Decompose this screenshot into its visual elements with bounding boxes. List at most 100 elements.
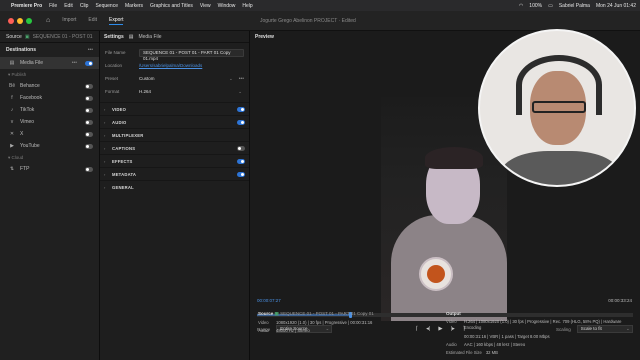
source-label: Source	[6, 33, 22, 40]
metadata-toggle[interactable]	[237, 171, 245, 177]
app-header: ⌂ Import Edit Export Jogurte Grego Abeli…	[0, 11, 640, 31]
destinations-panel: Source ▣ SEQUENCE 01 - POST 01 - PART 01…	[0, 31, 100, 360]
clock[interactable]: Mon 24 Jun 01:42	[596, 3, 636, 9]
battery-icon[interactable]: ▭	[548, 3, 553, 9]
menu-sequence[interactable]: Sequence	[95, 3, 118, 9]
chevron-right-icon: ›	[104, 158, 106, 164]
file-icon: ▤	[128, 33, 134, 40]
file-name-field[interactable]: SEQUENCE 01 - POST 01 - PART 01 Copy 01.…	[139, 48, 244, 61]
media-file-toggle[interactable]	[85, 60, 93, 66]
destination-label: FTP	[20, 166, 30, 172]
menu-clip[interactable]: Clip	[80, 3, 89, 9]
chevron-right-icon: ›	[104, 171, 106, 177]
destination-ftp[interactable]: ⇅ FTP	[0, 163, 99, 175]
zoom-window-button[interactable]	[26, 17, 32, 24]
menu-edit[interactable]: Edit	[64, 3, 73, 9]
tab-export[interactable]: Export	[109, 17, 124, 25]
file-name-row: File Name SEQUENCE 01 - POST 01 - PART 0…	[100, 46, 249, 61]
destination-label: X	[20, 131, 24, 137]
user-name[interactable]: Sabriel Palma	[559, 3, 590, 9]
file-name-label: File Name	[105, 50, 126, 55]
output-summary: Output Video H.264 | 1080x1920 (1.0) | 30…	[446, 311, 638, 358]
section-audio[interactable]: › AUDIO	[100, 115, 249, 128]
x-toggle[interactable]	[85, 131, 93, 137]
vimeo-icon: v	[10, 119, 14, 125]
captions-toggle[interactable]	[237, 145, 245, 151]
menu-app[interactable]: Premiere Pro	[11, 3, 42, 9]
workspace-tabs: Import Edit Export	[62, 17, 124, 25]
menubar: Premiere Pro File Edit Clip Sequence Mar…	[0, 0, 640, 11]
section-video[interactable]: › VIDEO	[100, 102, 249, 115]
menu-view[interactable]: View	[200, 3, 211, 9]
video-viewer[interactable]	[250, 29, 640, 321]
effects-toggle[interactable]	[237, 158, 245, 164]
behance-toggle[interactable]	[85, 83, 93, 89]
destination-vimeo[interactable]: v Vimeo	[0, 116, 99, 128]
source-summary-title: Source ▣ SEQUENCE 01 - POST 01 - PART 01…	[258, 311, 374, 316]
source-row: Source ▣ SEQUENCE 01 - POST 01 - PART 01…	[0, 31, 99, 43]
settings-header: Settings ▤ Media File	[100, 31, 249, 43]
chevron-down-icon: ⌄	[228, 76, 233, 81]
audio-toggle[interactable]	[237, 119, 245, 125]
location-link[interactable]: /Users/sabrielpalma/Downloads	[139, 63, 202, 68]
more-icon[interactable]: •••	[239, 76, 244, 82]
youtube-toggle[interactable]	[85, 143, 93, 149]
options-icon[interactable]: •••	[72, 60, 77, 66]
destination-youtube[interactable]: ▶ YouTube	[0, 140, 99, 152]
output-video-row-2: 00:00:31:16 | VBR | 1 pass | Target 8.00…	[464, 334, 550, 339]
cloud-group-label: ▾ Cloud	[8, 155, 24, 160]
section-effects[interactable]: › EFFECTS	[100, 154, 249, 167]
facebook-toggle[interactable]	[85, 95, 93, 101]
menu-markers[interactable]: Markers	[125, 3, 143, 9]
destination-media-file[interactable]: ▤ Media File •••	[0, 57, 99, 69]
chevron-right-icon: ›	[104, 119, 106, 125]
battery-text: 100%	[529, 2, 543, 9]
destination-x[interactable]: ✕ X	[0, 128, 99, 140]
menu-file[interactable]: File	[49, 3, 57, 9]
tab-import[interactable]: Import	[62, 17, 76, 25]
ftp-icon: ⇅	[9, 166, 15, 172]
vimeo-toggle[interactable]	[85, 119, 93, 125]
webcam-overlay	[478, 29, 636, 187]
close-window-button[interactable]	[8, 17, 14, 24]
video-toggle[interactable]	[237, 106, 245, 112]
destinations-header: Destinations •••	[0, 43, 99, 57]
preset-select[interactable]: Custom ⌄	[139, 76, 235, 81]
destination-label: Behance	[20, 83, 40, 89]
menu-help[interactable]: Help	[242, 3, 252, 9]
menu-window[interactable]: Window	[218, 3, 236, 9]
location-row: Location /Users/sabrielpalma/Downloads	[100, 59, 249, 72]
output-audio-row: Audio AAC | 160 kbps | 48 kHz | Stereo	[446, 342, 526, 347]
preset-row: Preset Custom ⌄ •••	[100, 72, 249, 85]
format-row: Format H.264 ⌄	[100, 85, 249, 98]
destination-label: Media File	[20, 60, 44, 66]
chevron-right-icon: ›	[104, 184, 106, 190]
facebook-icon: f	[11, 95, 13, 101]
ftp-toggle[interactable]	[85, 166, 93, 172]
destination-behance[interactable]: Bē Behance	[0, 80, 99, 92]
person-hair	[425, 147, 483, 169]
current-timecode[interactable]: 00:00:07:27	[257, 298, 281, 303]
source-value[interactable]: SEQUENCE 01 - POST 01 - PART 01 C...	[33, 34, 93, 40]
format-select[interactable]: H.264 ⌄	[139, 89, 244, 94]
tiktok-toggle[interactable]	[85, 107, 93, 113]
behance-icon: Bē	[9, 83, 16, 89]
x-icon: ✕	[9, 131, 15, 137]
total-timecode: 00:00:33:24	[608, 298, 632, 303]
glasses-image	[532, 101, 586, 113]
more-icon[interactable]: •••	[88, 47, 93, 53]
youtube-icon: ▶	[10, 143, 14, 149]
section-general[interactable]: › GENERAL	[100, 180, 249, 193]
wifi-icon[interactable]: ◠	[519, 3, 523, 9]
section-metadata[interactable]: › METADATA	[100, 167, 249, 180]
section-captions[interactable]: › CAPTIONS	[100, 141, 249, 154]
home-icon[interactable]: ⌂	[46, 17, 50, 24]
menu-graphics[interactable]: Graphics and Titles	[150, 3, 193, 9]
section-multiplexer[interactable]: › MULTIPLEXER	[100, 128, 249, 141]
tab-edit[interactable]: Edit	[88, 17, 97, 25]
output-summary-title: Output	[446, 311, 461, 316]
destination-label: TikTok	[20, 107, 35, 113]
destination-tiktok[interactable]: ♪ TikTok	[0, 104, 99, 116]
minimize-window-button[interactable]	[17, 17, 23, 24]
destination-facebook[interactable]: f Facebook	[0, 92, 99, 104]
